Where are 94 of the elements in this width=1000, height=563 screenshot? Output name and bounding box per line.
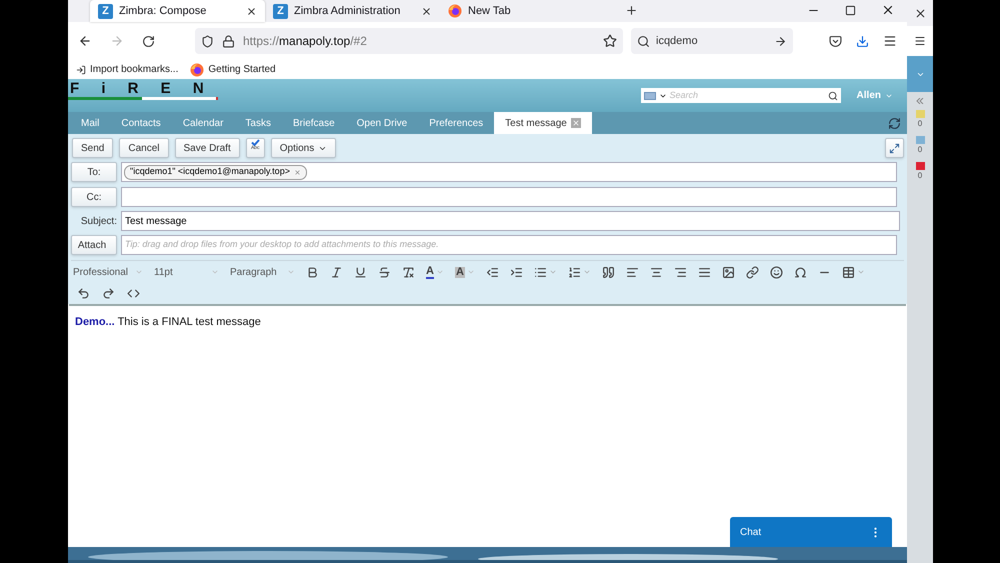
lock-icon bbox=[222, 34, 235, 48]
shield-icon bbox=[201, 34, 214, 48]
cc-button[interactable]: Cc: bbox=[71, 187, 117, 207]
save-draft-button[interactable]: Save Draft bbox=[174, 138, 240, 158]
link-icon[interactable] bbox=[746, 266, 759, 278]
bold-icon[interactable] bbox=[306, 266, 319, 278]
table-icon[interactable] bbox=[842, 266, 855, 278]
highlight-color-icon[interactable]: A bbox=[454, 266, 465, 278]
close-icon[interactable] bbox=[914, 6, 926, 20]
omega-icon[interactable] bbox=[794, 266, 807, 278]
body-text: Demo... This is a FINAL test message bbox=[75, 316, 261, 328]
image-icon[interactable] bbox=[722, 266, 735, 278]
firefox-icon bbox=[190, 62, 204, 76]
menu-icon[interactable] bbox=[883, 34, 897, 48]
code-icon[interactable] bbox=[127, 287, 140, 300]
subject-field[interactable]: Test message bbox=[121, 211, 900, 231]
search-field[interactable]: icqdemo bbox=[631, 28, 793, 54]
logo: F i R E N bbox=[68, 80, 220, 110]
status-icon bbox=[916, 136, 924, 144]
options-button[interactable]: Options bbox=[270, 138, 336, 158]
address-bar[interactable]: https://manapoly.top/#2 bbox=[195, 28, 623, 54]
outdent-icon[interactable] bbox=[486, 266, 499, 278]
tab-title: Zimbra Administration bbox=[294, 4, 402, 19]
remove-icon[interactable] bbox=[294, 168, 301, 176]
subject-label: Subject: bbox=[80, 214, 117, 228]
cc-field[interactable] bbox=[121, 187, 897, 207]
bookmark-link[interactable]: Import bookmarks... bbox=[90, 62, 178, 77]
recipient-chip[interactable]: "icqdemo1" <icqdemo1@manapoly.top> bbox=[124, 164, 307, 180]
collapse-icon[interactable] bbox=[916, 98, 924, 104]
quote-icon[interactable] bbox=[602, 266, 615, 278]
browser-tab[interactable]: New Tab bbox=[440, 0, 615, 22]
back-icon[interactable] bbox=[78, 34, 92, 48]
size-select[interactable]: 11pt bbox=[154, 264, 219, 280]
import-icon bbox=[76, 64, 86, 74]
strikethrough-icon[interactable] bbox=[378, 266, 391, 278]
new-tab-icon[interactable] bbox=[625, 4, 638, 17]
checkmark-icon bbox=[250, 139, 260, 146]
cancel-button[interactable]: Cancel bbox=[119, 138, 168, 158]
app-tab[interactable]: Test message bbox=[494, 112, 592, 134]
justify-icon[interactable] bbox=[698, 266, 711, 278]
reload-icon[interactable] bbox=[142, 34, 155, 48]
bookmark-link[interactable]: Getting Started bbox=[208, 62, 276, 77]
status-icon bbox=[916, 110, 924, 118]
to-button[interactable]: To: bbox=[71, 162, 117, 182]
browser-tab[interactable]: Z Zimbra: Compose bbox=[90, 0, 265, 22]
menu-icon[interactable] bbox=[914, 35, 926, 47]
count: 0 bbox=[918, 144, 922, 156]
bullet-list-icon[interactable] bbox=[534, 266, 547, 278]
pocket-icon[interactable] bbox=[829, 34, 842, 48]
tab-title: New Tab bbox=[468, 4, 512, 19]
caret-icon bbox=[287, 268, 295, 276]
browser-tab[interactable]: Z Zimbra Administration bbox=[265, 0, 440, 22]
emoji-icon[interactable] bbox=[770, 266, 783, 278]
underline-icon[interactable] bbox=[354, 266, 367, 278]
indent-icon[interactable] bbox=[510, 266, 523, 278]
close-icon[interactable] bbox=[881, 3, 895, 17]
search-icon[interactable] bbox=[828, 90, 838, 100]
app-icon: Z bbox=[98, 4, 113, 18]
align-center-icon[interactable] bbox=[650, 266, 663, 278]
download-icon[interactable] bbox=[856, 34, 869, 48]
search-placeholder: Search bbox=[670, 88, 700, 102]
close-icon[interactable] bbox=[421, 6, 432, 16]
close-icon[interactable] bbox=[246, 6, 257, 16]
send-button[interactable]: Send bbox=[72, 138, 114, 158]
search-icon bbox=[637, 34, 650, 48]
message-body[interactable]: Demo... This is a FINAL test message Chat bbox=[69, 304, 906, 547]
font-select[interactable]: Professional bbox=[73, 264, 143, 280]
url-text: https://manapoly.top/#2 bbox=[243, 33, 367, 50]
count: 0 bbox=[918, 118, 922, 130]
redo-icon[interactable] bbox=[102, 287, 115, 300]
italic-icon[interactable] bbox=[330, 266, 343, 278]
detach-button[interactable] bbox=[885, 138, 904, 158]
bookmark-star-icon[interactable] bbox=[603, 34, 617, 48]
app-icon: Z bbox=[273, 4, 288, 18]
attach-button[interactable]: Attach bbox=[71, 235, 117, 255]
align-left-icon[interactable] bbox=[626, 266, 639, 278]
mail-icon bbox=[644, 92, 656, 100]
maximize-icon[interactable] bbox=[845, 4, 856, 16]
go-arrow-icon[interactable] bbox=[774, 34, 787, 48]
to-field[interactable]: "icqdemo1" <icqdemo1@manapoly.top> bbox=[121, 162, 897, 182]
search-value: icqdemo bbox=[656, 34, 699, 49]
numbered-list-icon[interactable] bbox=[568, 266, 581, 278]
clear-format-icon[interactable] bbox=[402, 266, 415, 278]
align-right-icon[interactable] bbox=[674, 266, 687, 278]
status-icon bbox=[916, 162, 924, 170]
count: 0 bbox=[918, 170, 922, 182]
format-select[interactable]: Paragraph bbox=[230, 264, 295, 280]
chat-bar[interactable]: Chat bbox=[730, 517, 892, 547]
firefox-icon bbox=[448, 4, 462, 18]
refresh-icon[interactable] bbox=[888, 117, 901, 130]
caret-icon bbox=[135, 268, 143, 276]
undo-icon[interactable] bbox=[77, 287, 90, 300]
tab-title: Zimbra: Compose bbox=[119, 4, 208, 19]
caret-icon bbox=[211, 268, 219, 276]
